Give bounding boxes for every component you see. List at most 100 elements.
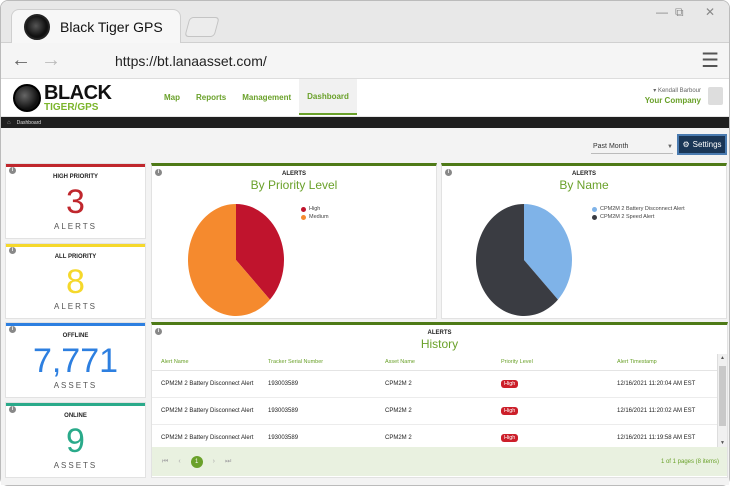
chart-title: By Name <box>559 178 609 192</box>
stat-label: OFFLINE <box>62 333 89 339</box>
legend-item-battery-disconnect[interactable]: CPM2M 2 Battery Disconnect Alert <box>592 206 685 212</box>
legend-label: CPM2M 2 Battery Disconnect Alert <box>600 206 685 212</box>
gear-icon: ⚙ <box>682 140 690 149</box>
history-title: History <box>420 337 459 351</box>
settings-button[interactable]: ⚙ Settings <box>677 134 727 155</box>
info-icon[interactable]: i <box>445 169 452 176</box>
nav-management[interactable]: Management <box>234 79 299 115</box>
table-row[interactable]: CPM2M 2 Battery Disconnect Alert 1930035… <box>152 371 717 398</box>
stat-label: ALL PRIORITY <box>54 254 97 260</box>
column-header-timestamp[interactable]: Alert Timestamp <box>617 359 717 365</box>
dashboard: Past Month ▼ ⚙ Settings i HIGH PRIORITY … <box>1 128 729 485</box>
legend-item-medium[interactable]: Medium <box>301 214 329 220</box>
stat-unit: ASSETS <box>53 461 98 470</box>
cell-serial: 193003589 <box>268 381 299 387</box>
legend-dot <box>592 206 597 212</box>
info-icon[interactable]: i <box>9 247 16 254</box>
legend-item-high[interactable]: High <box>301 206 329 212</box>
tab-bar: Black Tiger GPS — ⧉ ✕ <box>1 1 729 43</box>
chart-kicker: ALERTS <box>572 171 596 177</box>
scrollbar-thumb[interactable] <box>719 366 726 426</box>
hamburger-menu-icon[interactable]: ☰ <box>701 48 719 73</box>
breadcrumb-current: Dashboard <box>16 119 42 126</box>
stat-label: HIGH PRIORITY <box>52 174 98 180</box>
info-icon[interactable]: i <box>155 169 162 176</box>
scroll-up-icon[interactable]: ▲ <box>720 355 725 361</box>
priority-pie-chart <box>188 204 284 316</box>
column-header-priority[interactable]: Priority Level <box>501 359 617 365</box>
info-icon[interactable]: i <box>9 167 16 174</box>
pagination: ⏮ ‹ 1 › ⏭ 1 of 1 pages (8 items) <box>152 447 727 476</box>
priority-badge: High <box>501 380 519 388</box>
last-page-icon[interactable]: ⏭ <box>225 458 231 466</box>
stat-accent-bar <box>6 164 145 167</box>
stat-card-high-priority[interactable]: i HIGH PRIORITY 3 ALERTS <box>5 163 146 239</box>
scroll-down-icon[interactable]: ▼ <box>720 440 725 446</box>
table-row[interactable]: CPM2M 2 Battery Disconnect Alert 1930035… <box>152 398 717 425</box>
home-icon[interactable]: ⌂ <box>7 120 11 126</box>
minimize-icon[interactable]: — <box>656 5 668 19</box>
column-header-serial[interactable]: Tracker Serial Number <box>268 359 385 365</box>
chart-card-priority: i ALERTS By Priority Level High Medium <box>151 163 437 319</box>
first-page-icon[interactable]: ⏮ <box>162 458 168 466</box>
info-icon[interactable]: i <box>155 328 162 335</box>
tiger-logo-icon <box>24 13 50 40</box>
user-menu[interactable]: ▾ Kendall Barbour Your Company <box>645 87 701 105</box>
date-range-value: Past Month <box>593 143 629 150</box>
history-kicker: ALERTS <box>427 330 452 336</box>
legend-label: Medium <box>309 214 329 220</box>
cell-serial: 193003589 <box>268 435 299 441</box>
legend-label: CPM2M 2 Speed Alert <box>600 214 655 220</box>
breadcrumb: ⌂ Dashboard <box>1 117 729 128</box>
chart-card-name: i ALERTS By Name CPM2M 2 Battery Disconn… <box>441 163 727 319</box>
nav-map[interactable]: Map <box>156 79 188 115</box>
legend-label: High <box>309 206 321 212</box>
brand-logo[interactable]: BLACK TIGER/GPS <box>13 83 112 113</box>
table-scrollbar[interactable]: ▲ ▼ <box>717 354 727 447</box>
info-icon[interactable]: i <box>9 406 16 413</box>
url-field[interactable]: https://bt.lanaasset.com/ <box>115 53 701 69</box>
page-info: 1 of 1 pages (8 items) <box>660 458 719 465</box>
avatar[interactable] <box>708 87 723 105</box>
cell-asset: CPM2M 2 <box>385 381 412 387</box>
chevron-down-icon: ▼ <box>667 143 673 150</box>
nav-reports[interactable]: Reports <box>188 79 234 115</box>
column-header-asset[interactable]: Asset Name <box>385 359 501 365</box>
new-tab-button[interactable] <box>184 17 220 37</box>
maximize-icon[interactable]: ⧉ <box>675 5 684 20</box>
legend-dot <box>301 206 306 212</box>
user-company: Your Company <box>644 96 701 105</box>
tab-title: Black Tiger GPS <box>60 18 163 35</box>
date-range-select[interactable]: Past Month ▼ <box>591 140 673 154</box>
column-header-alert-name[interactable]: Alert Name <box>152 359 268 365</box>
stat-unit: ALERTS <box>54 302 97 311</box>
info-icon[interactable]: i <box>9 326 16 333</box>
brand-line-2: TIGER/GPS <box>44 102 99 113</box>
stat-card-all-priority[interactable]: i ALL PRIORITY 8 ALERTS <box>5 243 146 319</box>
history-table: Alert Name Tracker Serial Number Asset N… <box>152 354 717 452</box>
stat-card-offline[interactable]: i OFFLINE 7,771 ASSETS <box>5 322 146 398</box>
chart-legend: High Medium <box>301 206 329 222</box>
tiger-logo-icon <box>13 84 41 112</box>
cell-asset: CPM2M 2 <box>385 435 412 441</box>
user-name: ▾ Kendall Barbour <box>653 88 701 94</box>
name-pie-chart <box>476 204 572 316</box>
back-arrow-icon[interactable]: ← <box>11 49 41 72</box>
cell-alert-name: CPM2M 2 Battery Disconnect Alert <box>161 381 254 387</box>
nav-dashboard[interactable]: Dashboard <box>299 79 357 115</box>
cell-priority: High <box>501 380 617 388</box>
current-page-button[interactable]: 1 <box>190 455 203 468</box>
forward-arrow-icon[interactable]: → <box>41 49 71 72</box>
stat-card-online[interactable]: i ONLINE 9 ASSETS <box>5 402 146 478</box>
stat-value: 7,771 <box>32 342 119 380</box>
prev-page-icon[interactable]: ‹ <box>178 458 180 465</box>
close-icon[interactable]: ✕ <box>705 5 715 19</box>
priority-badge: High <box>501 434 519 442</box>
stat-label: ONLINE <box>64 413 87 419</box>
address-bar: ← → https://bt.lanaasset.com/ ☰ <box>1 43 729 79</box>
next-page-icon[interactable]: › <box>213 458 215 465</box>
browser-tab[interactable]: Black Tiger GPS <box>11 9 181 43</box>
legend-item-speed-alert[interactable]: CPM2M 2 Speed Alert <box>592 214 685 220</box>
cell-timestamp: 12/16/2021 11:20:04 AM EST <box>617 381 696 387</box>
stat-unit: ALERTS <box>54 222 97 231</box>
